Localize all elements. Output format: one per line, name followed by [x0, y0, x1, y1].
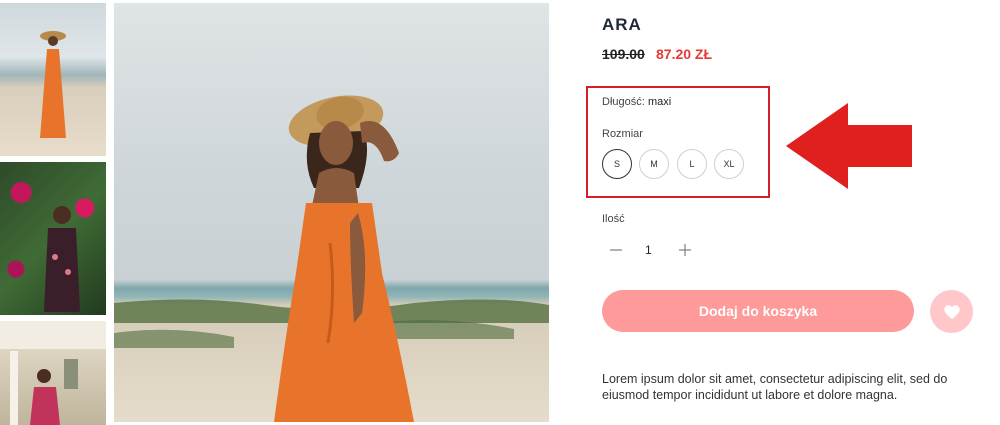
product-description: Lorem ipsum dolor sit amet, consectetur … — [602, 372, 948, 402]
length-value: maxi — [648, 96, 672, 108]
length-label: Długość: — [602, 96, 645, 108]
thumbnail-house-figure — [0, 321, 106, 425]
main-photo-figure — [114, 95, 549, 422]
sale-price: 87.20 ZŁ — [656, 46, 713, 62]
size-option-xl[interactable]: XL — [714, 149, 744, 179]
heart-icon — [943, 304, 960, 319]
size-option-l[interactable]: L — [677, 149, 707, 179]
thumbnail-house[interactable] — [0, 321, 106, 425]
old-price: 109.00 — [602, 46, 645, 62]
thumbnail-flowers[interactable] — [0, 162, 106, 315]
quantity-value[interactable]: 1 — [645, 243, 652, 257]
thumbnail-beach-figure — [40, 31, 66, 138]
main-product-image[interactable] — [114, 3, 549, 422]
size-option-s[interactable]: S — [602, 149, 632, 179]
add-to-cart-button[interactable]: Dodaj do koszyka — [602, 290, 914, 332]
quantity-increase-button[interactable] — [676, 241, 694, 259]
thumbnail-beach[interactable] — [0, 3, 106, 156]
plus-icon — [679, 244, 691, 256]
wishlist-button[interactable] — [930, 290, 973, 333]
size-option-m[interactable]: M — [639, 149, 669, 179]
size-label: Rozmiar — [602, 128, 643, 140]
quantity-label: Ilość — [602, 213, 625, 225]
red-arrow-annotation — [786, 103, 912, 189]
minus-icon — [610, 249, 622, 251]
thumbnail-flowers-figure — [44, 206, 80, 312]
quantity-decrease-button[interactable] — [607, 241, 625, 259]
product-title: ARA — [602, 15, 642, 34]
